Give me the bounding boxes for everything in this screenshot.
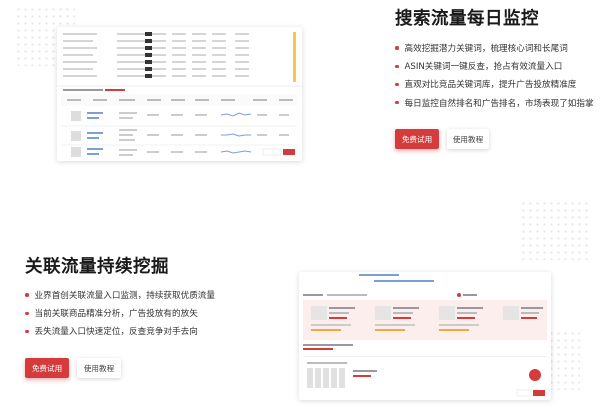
related-products-preview	[303, 274, 547, 397]
tutorial-button[interactable]: 使用教程	[77, 358, 121, 378]
section1-title: 搜索流量每日监控	[395, 9, 539, 29]
decorative-dot-grid	[520, 200, 590, 260]
tutorial-button[interactable]: 使用教程	[447, 129, 489, 149]
bullet-icon	[395, 64, 399, 69]
bullet-icon	[395, 82, 399, 87]
feature-item: 丢失流量入口快速定位，反查竞争对手去向	[25, 322, 215, 340]
bullet-icon	[395, 100, 399, 105]
bullet-icon	[25, 293, 29, 297]
section1-feature-list: 高效挖掘潜力关键词，梳理核心词和长尾词 ASIN关键词一键反查，抢占有效流量入口…	[395, 39, 594, 112]
section2-title: 关联流量持续挖掘	[25, 257, 169, 277]
bullet-icon	[25, 329, 29, 334]
feature-item: 每日监控自然排名和广告排名，市场表现了如指掌	[395, 94, 594, 112]
feature-item: ASIN关键词一键反查，抢占有效流量入口	[395, 57, 594, 75]
feature-item: 高效挖掘潜力关键词，梳理核心词和长尾词	[395, 39, 594, 57]
free-trial-button[interactable]: 免费试用	[395, 129, 439, 149]
feature-item: 当前关联商品精准分析，广告投放有的放矢	[25, 304, 215, 322]
bullet-icon	[395, 46, 399, 50]
section2-feature-list: 业界首创关联流量入口监测，持续获取优质流量 当前关联商品精准分析，广告投放有的放…	[25, 286, 215, 341]
feature-item: 业界首创关联流量入口监测，持续获取优质流量	[25, 286, 215, 304]
bullet-icon	[25, 311, 29, 316]
feature-item: 直观对比竞品关键词库，提升广告投放精准度	[395, 75, 594, 93]
keyword-monitor-screenshot	[57, 27, 302, 161]
related-traffic-screenshot	[299, 272, 551, 400]
free-trial-button[interactable]: 免费试用	[25, 358, 69, 378]
keyword-table-preview	[57, 32, 302, 157]
